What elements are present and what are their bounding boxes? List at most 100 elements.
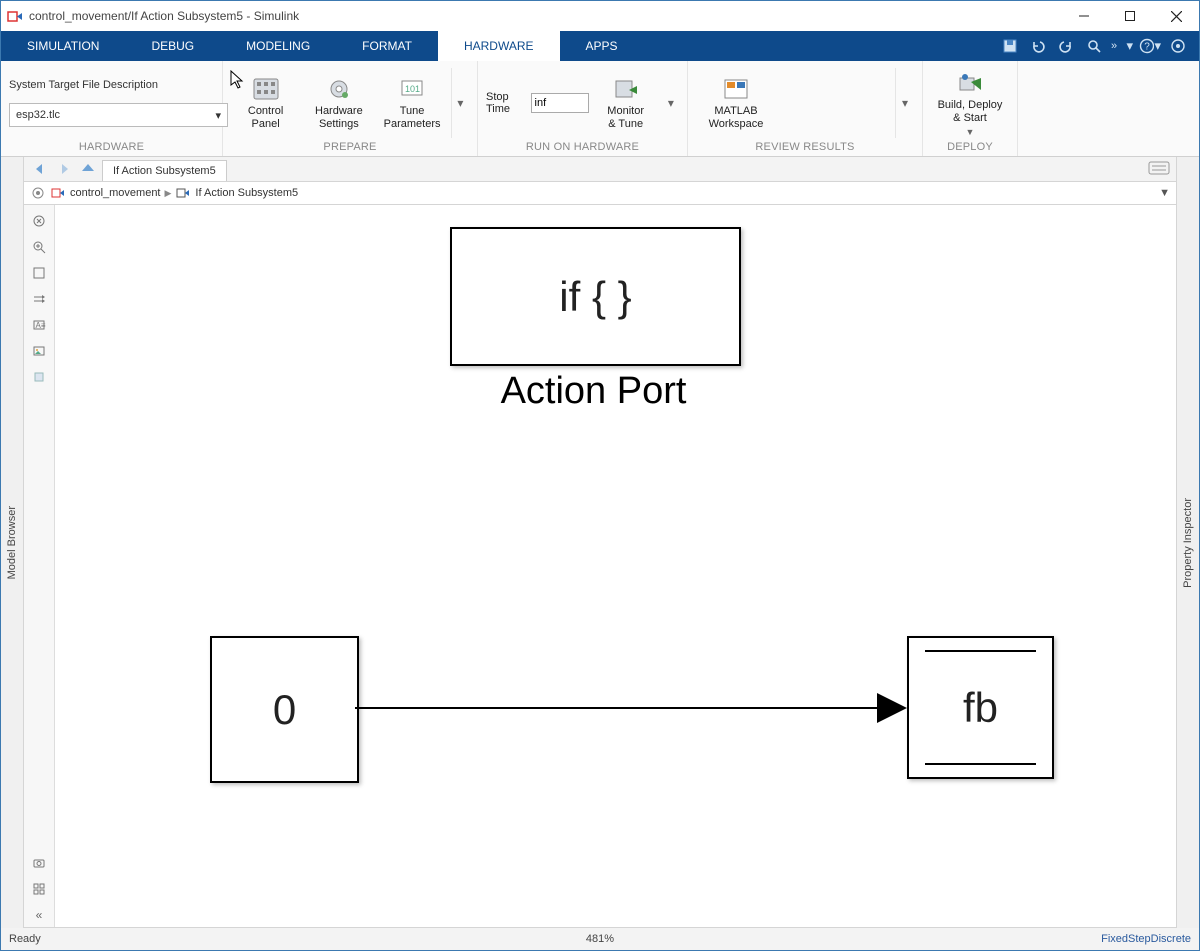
toolstrip-tabs: SIMULATION DEBUG MODELING FORMAT HARDWAR…: [1, 31, 1199, 61]
breadcrumb-item[interactable]: If Action Subsystem5: [195, 187, 298, 199]
constant-value: 0: [273, 686, 296, 734]
maximize-button[interactable]: [1107, 1, 1153, 31]
model-browser-panel[interactable]: Model Browser: [1, 157, 24, 928]
annotation-button[interactable]: A≡: [27, 313, 51, 337]
tab-apps[interactable]: APPS: [560, 31, 644, 61]
monitor-tune-button[interactable]: Monitor & Tune: [599, 68, 653, 138]
nav-forward-button[interactable]: [54, 159, 74, 179]
breadcrumb-sep-icon: ▶: [165, 188, 172, 199]
monitor-tune-dropdown[interactable]: ▾: [663, 68, 679, 138]
model-browser-label: Model Browser: [6, 506, 18, 579]
target-file-label: System Target File Description: [9, 79, 158, 91]
tune-parameters-label: Tune Parameters: [384, 105, 441, 131]
deploy-icon: [956, 69, 984, 97]
redo-icon[interactable]: [1055, 35, 1077, 57]
document-tabs: If Action Subsystem5: [24, 157, 1176, 182]
matlab-workspace-button[interactable]: MATLAB Workspace: [696, 68, 776, 138]
canvas-toolbar: A≡ «: [24, 205, 55, 927]
prepare-more-button[interactable]: ▾: [451, 68, 469, 138]
outport-block[interactable]: fb: [907, 636, 1054, 779]
close-button[interactable]: [1153, 1, 1199, 31]
status-zoom: 481%: [586, 933, 614, 945]
minimize-button[interactable]: [1061, 1, 1107, 31]
viewmarks-button[interactable]: [27, 877, 51, 901]
simulink-file-icon: [50, 185, 66, 201]
group-review-label: REVIEW RESULTS: [696, 139, 914, 156]
hardware-settings-button[interactable]: Hardware Settings: [304, 68, 373, 138]
simulink-icon: [7, 8, 23, 24]
outport-top-rule: [925, 650, 1037, 652]
svg-text:?: ?: [1144, 42, 1150, 53]
gear-icon: [325, 75, 353, 103]
overflow-icon[interactable]: »▾: [1111, 35, 1133, 57]
tab-debug[interactable]: DEBUG: [125, 31, 220, 61]
control-panel-button[interactable]: Control Panel: [231, 68, 300, 138]
breadcrumb-item[interactable]: control_movement: [70, 187, 161, 199]
control-panel-label: Control Panel: [248, 105, 283, 131]
ribbon: System Target File Description esp32.tlc…: [1, 61, 1199, 157]
action-port-text: if { }: [559, 273, 631, 321]
svg-text:101: 101: [405, 84, 420, 94]
status-solver[interactable]: FixedStepDiscrete: [1101, 933, 1191, 945]
sample-time-button[interactable]: [27, 287, 51, 311]
action-port-block[interactable]: if { }: [450, 227, 741, 366]
zoom-button[interactable]: [27, 235, 51, 259]
tune-parameters-button[interactable]: 101 Tune Parameters: [377, 68, 446, 138]
group-hardware-label: HARDWARE: [9, 139, 214, 156]
build-deploy-start-label: Build, Deploy & Start: [938, 99, 1003, 125]
chevron-down-icon: ▾: [215, 109, 221, 122]
status-ready: Ready: [9, 933, 41, 945]
chip-play-icon: [612, 75, 640, 103]
hide-toolbar-button[interactable]: [27, 209, 51, 233]
breadcrumb: control_movement ▶ If Action Subsystem5 …: [24, 182, 1176, 205]
constant-block[interactable]: 0: [210, 636, 359, 783]
model-canvas[interactable]: if { } Action Port 0 fb: [55, 205, 1176, 927]
collapse-toolbar-button[interactable]: «: [27, 903, 51, 927]
group-deploy-label: DEPLOY: [931, 139, 1009, 156]
statusbar: Ready 481% FixedStepDiscrete: [1, 928, 1199, 950]
target-icon[interactable]: [1167, 35, 1189, 57]
nav-up-button[interactable]: [78, 159, 98, 179]
area-button[interactable]: [27, 365, 51, 389]
search-icon[interactable]: [1083, 35, 1105, 57]
document-tab[interactable]: If Action Subsystem5: [102, 160, 227, 181]
build-deploy-start-button[interactable]: Build, Deploy & Start ▼: [931, 68, 1009, 138]
svg-text:A≡: A≡: [36, 321, 46, 330]
action-port-label: Action Port: [450, 370, 737, 413]
control-panel-icon: [252, 75, 280, 103]
parameters-icon: 101: [398, 75, 426, 103]
outport-bottom-rule: [925, 763, 1037, 765]
review-more-button[interactable]: ▾: [895, 68, 914, 138]
image-button[interactable]: [27, 339, 51, 363]
tab-modeling[interactable]: MODELING: [220, 31, 336, 61]
tab-simulation[interactable]: SIMULATION: [1, 31, 125, 61]
signal-line[interactable]: [355, 707, 895, 709]
model-root-icon[interactable]: [30, 185, 46, 201]
tab-format[interactable]: FORMAT: [336, 31, 438, 61]
breadcrumb-dropdown-icon[interactable]: ▼: [1159, 187, 1170, 199]
subsystem-icon: [175, 185, 191, 201]
property-inspector-panel[interactable]: Property Inspector: [1176, 157, 1199, 928]
screenshot-button[interactable]: [27, 851, 51, 875]
matlab-workspace-label: MATLAB Workspace: [709, 105, 764, 131]
tab-hardware[interactable]: HARDWARE: [438, 31, 560, 61]
keyboard-icon[interactable]: [1148, 161, 1170, 178]
group-prepare-label: PREPARE: [231, 139, 469, 156]
undo-icon[interactable]: [1027, 35, 1049, 57]
signal-arrow-icon: [877, 693, 907, 723]
save-icon[interactable]: [999, 35, 1021, 57]
nav-back-button[interactable]: [30, 159, 50, 179]
stop-time-label: Stop Time: [486, 91, 525, 115]
titlebar: control_movement/If Action Subsystem5 - …: [1, 1, 1199, 31]
target-file-select[interactable]: esp32.tlc ▾: [9, 103, 228, 127]
hardware-settings-label: Hardware Settings: [315, 105, 363, 131]
fit-view-button[interactable]: [27, 261, 51, 285]
property-inspector-label: Property Inspector: [1182, 498, 1194, 588]
help-icon[interactable]: ?▾: [1139, 35, 1161, 57]
group-run-label: RUN ON HARDWARE: [486, 139, 679, 156]
target-file-value: esp32.tlc: [16, 109, 60, 121]
chevron-down-icon: ▼: [966, 127, 975, 137]
outport-label: fb: [963, 684, 998, 732]
workspace-icon: [722, 75, 750, 103]
stop-time-input[interactable]: [531, 93, 589, 113]
